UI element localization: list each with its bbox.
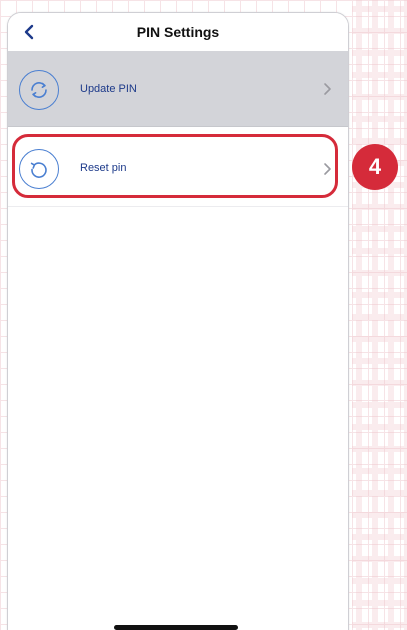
phone-screen: PIN Settings Update PIN Reset pin: [7, 12, 349, 630]
chevron-right-icon: [324, 163, 331, 175]
page-title: PIN Settings: [136, 24, 220, 40]
chevron-right-icon: [324, 83, 331, 95]
reset-pin-label: Reset pin: [80, 162, 127, 174]
reset-icon: [19, 149, 59, 189]
refresh-icon: [19, 70, 59, 110]
tutorial-page: PIN Settings Update PIN Reset pin 4: [0, 0, 407, 630]
update-pin-row[interactable]: Update PIN: [8, 51, 348, 127]
update-pin-label: Update PIN: [80, 83, 137, 95]
home-indicator[interactable]: [114, 625, 238, 630]
step-number-badge: 4: [352, 144, 398, 190]
background-pattern: [352, 0, 407, 630]
reset-pin-row[interactable]: Reset pin: [8, 131, 348, 207]
top-navigation-bar: PIN Settings: [8, 13, 348, 51]
